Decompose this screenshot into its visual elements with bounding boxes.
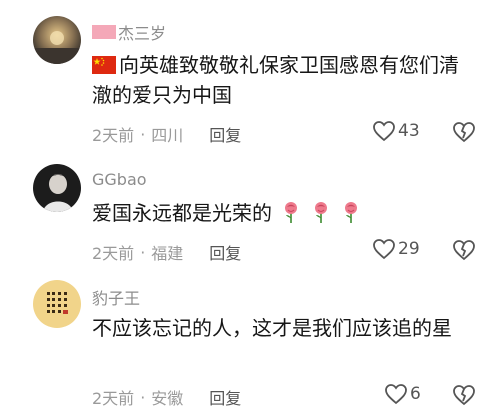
reply-button[interactable]: 回复 xyxy=(209,385,241,409)
rose-emoji-icon xyxy=(315,202,327,223)
like-count: 29 xyxy=(398,239,420,259)
username-text: GGbao xyxy=(92,170,147,189)
separator: · xyxy=(140,387,146,407)
username-text: 豹子王 xyxy=(92,289,141,308)
location: 安徽 xyxy=(151,389,184,408)
location: 福建 xyxy=(151,244,184,263)
comment-text: 不应该忘记的人，这才是我们应该追的星 xyxy=(92,313,477,343)
like-button[interactable]: 29 xyxy=(372,238,420,260)
rose-emoji-icon xyxy=(345,202,357,223)
username[interactable]: 杰三岁 xyxy=(92,20,166,44)
username-text: 杰三岁 xyxy=(118,24,167,43)
rose-emoji-icon xyxy=(285,202,297,223)
username-badge-icon xyxy=(92,25,116,39)
comment-body: 爱国永远都是光荣的 xyxy=(92,201,272,225)
separator: · xyxy=(140,242,146,262)
broken-heart-icon[interactable] xyxy=(452,384,476,406)
comment-body: 向英雄致敬敬礼保家卫国感恩有您们清澈的爱只为中国 xyxy=(92,53,459,107)
comment-meta: 2天前 · 福建 回复 xyxy=(92,240,241,264)
username[interactable]: 豹子王 xyxy=(92,285,140,309)
like-count: 6 xyxy=(410,384,421,404)
timestamp: 2天前 xyxy=(92,126,135,145)
heart-icon xyxy=(373,239,395,260)
reply-button[interactable]: 回复 xyxy=(209,122,241,146)
timestamp: 2天前 xyxy=(92,389,135,408)
broken-heart-icon[interactable] xyxy=(452,239,476,261)
avatar[interactable] xyxy=(33,280,81,328)
timestamp: 2天前 xyxy=(92,244,135,263)
avatar[interactable] xyxy=(33,16,81,64)
like-button[interactable]: 43 xyxy=(372,120,420,142)
username[interactable]: GGbao xyxy=(92,170,147,189)
like-button[interactable]: 6 xyxy=(384,383,421,405)
comment-body: 不应该忘记的人，这才是我们应该追的星 xyxy=(92,316,452,340)
broken-heart-icon[interactable] xyxy=(452,121,476,143)
heart-icon xyxy=(373,121,395,142)
like-count: 43 xyxy=(398,121,420,141)
comment-meta: 2天前 · 四川 回复 xyxy=(92,122,241,146)
comment-meta: 2天前 · 安徽 回复 xyxy=(92,385,241,409)
heart-icon xyxy=(385,384,407,405)
reply-button[interactable]: 回复 xyxy=(209,240,241,264)
cn-flag-icon xyxy=(92,56,116,74)
comment-text: 爱国永远都是光荣的 xyxy=(92,198,477,228)
separator: · xyxy=(140,124,146,144)
location: 四川 xyxy=(151,126,184,145)
avatar[interactable] xyxy=(33,164,81,212)
comment-text: 向英雄致敬敬礼保家卫国感恩有您们清澈的爱只为中国 xyxy=(92,50,477,110)
